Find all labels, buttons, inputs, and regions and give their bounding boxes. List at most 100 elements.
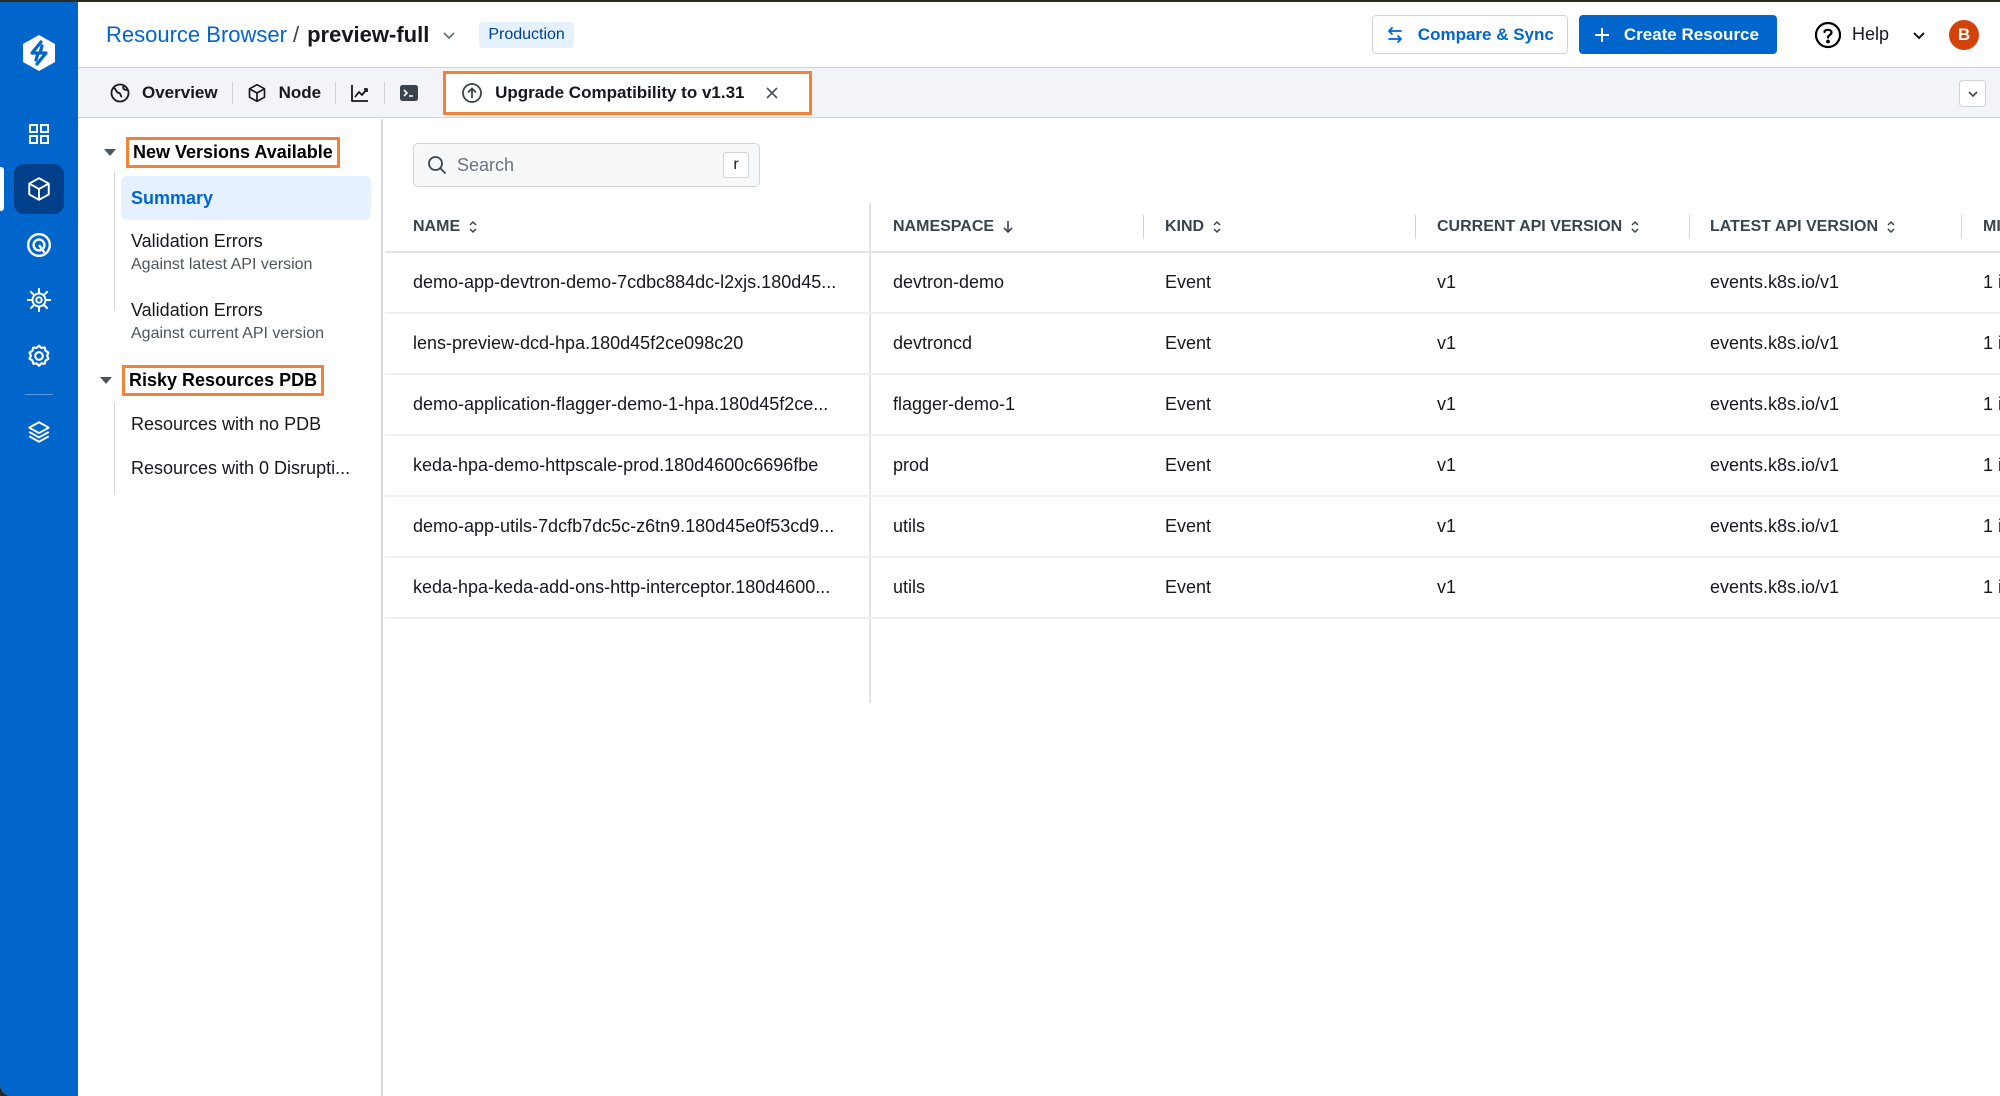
main-content: r NAME NAMESPACE KIND [385,119,2000,1096]
cell-name[interactable]: keda-hpa-demo-httpscale-prod.180d4600c66… [413,436,858,495]
cell-latest-api-version: events.k8s.io/v1 [1710,375,1940,434]
cell-more: 1 i [1983,436,2000,495]
nav-item-resource-browser[interactable] [14,164,64,214]
table-row[interactable]: demo-app-utils-7dcfb7dc5c-z6tn9.180d45e0… [385,497,2000,558]
sidebar-item-validation-latest[interactable]: Validation Errors Against latest API ver… [121,231,371,274]
cell-text: v1 [1437,516,1457,536]
cell-kind: Event [1165,497,1365,556]
column-resize-handle[interactable] [1961,215,1962,239]
create-resource-button[interactable]: Create Resource [1578,15,1777,54]
nav-item-security[interactable] [14,220,64,270]
sidebar-item-no-pdb[interactable]: Resources with no PDB [121,414,371,435]
breadcrumb: Resource Browser / preview-full Producti… [106,21,574,48]
cell-name[interactable]: demo-application-flagger-demo-1-hpa.180d… [413,375,858,434]
sidebar-item-zero-disruption[interactable]: Resources with 0 Disrupti... [121,458,371,479]
cell-text: events.k8s.io/v1 [1710,272,1840,292]
header-actions: Compare & Sync Create Resource Help B [1371,15,2000,54]
cell-more: 1 i [1983,314,2000,373]
nav-item-global-config[interactable] [14,331,64,381]
cell-text: events.k8s.io/v1 [1710,333,1840,353]
sidebar-item-subtitle: Against latest API version [131,256,313,273]
cell-name[interactable]: demo-app-devtron-demo-7cdbc884dc-l2xjs.1… [413,253,858,312]
column-header-namespace[interactable]: NAMESPACE [893,203,1014,251]
cluster-selector[interactable] [441,27,457,43]
tab-monitoring[interactable] [336,68,384,117]
breadcrumb-resource-browser[interactable]: Resource Browser [106,22,287,48]
column-header-name[interactable]: NAME [413,203,478,251]
cell-text: Event [1165,577,1212,597]
group-label: Risky Resources PDB [122,365,325,396]
cell-namespace: utils [893,558,1143,617]
search-icon [428,156,446,174]
nav-item-applications[interactable] [14,109,64,159]
cell-current-api-version: v1 [1437,558,1667,617]
compare-sync-button[interactable]: Compare & Sync [1371,15,1568,54]
sort-both-icon [468,219,478,235]
sidebar-item-title: Resources with no PDB [131,414,322,434]
table-row[interactable]: demo-application-flagger-demo-1-hpa.180d… [385,375,2000,436]
table-row[interactable]: lens-preview-dcd-hpa.180d45f2ce098c20 de… [385,314,2000,375]
tab-overview[interactable]: Overview [78,68,232,117]
column-resize-handle[interactable] [1415,215,1416,239]
cell-text: utils [893,577,926,597]
cell-current-api-version: v1 [1437,436,1667,495]
tab-bar: Overview Node Upgrade Compatibility to v… [78,68,2000,118]
table-row[interactable]: demo-app-devtron-demo-7cdbc884dc-l2xjs.1… [385,253,2000,314]
cell-more: 1 i [1983,558,2000,617]
tabs-overflow-button[interactable] [1959,80,1986,107]
cell-text: Event [1165,455,1212,475]
cell-latest-api-version: events.k8s.io/v1 [1710,253,1940,312]
cell-text: lens-preview-dcd-hpa.180d45f2ce098c20 [413,333,744,353]
cell-latest-api-version: events.k8s.io/v1 [1710,436,1940,495]
column-header-current-api[interactable]: CURRENT API VERSION [1437,203,1640,251]
column-header-more[interactable]: MI [1983,203,2000,251]
cell-text: devtron-demo [893,272,1005,292]
compare-sync-label: Compare & Sync [1417,24,1554,44]
nav-active-marker [0,167,4,211]
column-header-latest-api[interactable]: LATEST API VERSION [1710,203,1896,251]
cell-text: utils [893,516,926,536]
arrow-up-circle-icon [462,82,483,103]
sidebar-item-title: Validation Errors [131,300,263,320]
nav-item-stack-manager[interactable] [14,407,64,457]
cell-name[interactable]: lens-preview-dcd-hpa.180d45f2ce098c20 [413,314,858,373]
terminal-icon [400,84,419,101]
column-header-kind[interactable]: KIND [1165,203,1222,251]
search-input[interactable] [457,154,707,176]
tab-upgrade-compatibility[interactable]: Upgrade Compatibility to v1.31 [443,70,812,115]
group-risky-resources[interactable]: Risky Resources PDB [100,365,325,396]
upgrade-sidebar: New Versions Available Summary Validatio… [78,119,383,1096]
column-resize-handle[interactable] [1689,215,1690,239]
cell-name[interactable]: demo-app-utils-7dcfb7dc5c-z6tn9.180d45e0… [413,497,858,556]
cell-current-api-version: v1 [1437,253,1667,312]
tab-terminal[interactable] [385,68,433,117]
sidebar-item-summary[interactable]: Summary [121,176,371,220]
nav-item-chart-store[interactable] [14,275,64,325]
cell-text: flagger-demo-1 [893,394,1016,414]
tab-node[interactable]: Node [233,68,336,117]
close-icon[interactable] [765,86,779,100]
table-row[interactable]: keda-hpa-keda-add-ons-http-interceptor.1… [385,558,2000,619]
cell-name[interactable]: keda-hpa-keda-add-ons-http-interceptor.1… [413,558,858,617]
cell-text: prod [893,455,930,475]
table-row[interactable]: keda-hpa-demo-httpscale-prod.180d4600c66… [385,436,2000,497]
group-new-versions[interactable]: New Versions Available [104,137,340,168]
cell-text: 1 i [1983,272,2000,292]
column-resize-handle[interactable] [1143,215,1144,239]
resources-table: NAME NAMESPACE KIND CURRENT API VERSION [385,203,2000,703]
sidebar-item-validation-current[interactable]: Validation Errors Against current API ve… [121,300,371,343]
page-header: Resource Browser / preview-full Producti… [78,2,2000,68]
plus-icon [1594,27,1609,42]
cell-text: Event [1165,516,1212,536]
column-label: LATEST API VERSION [1710,218,1879,235]
sort-desc-icon [1002,219,1014,235]
search-box[interactable]: r [413,143,760,187]
cell-text: devtroncd [893,333,973,353]
left-nav [0,2,78,1096]
cell-text: events.k8s.io/v1 [1710,516,1840,536]
user-avatar[interactable]: B [1949,19,1979,50]
help-menu[interactable]: Help [1814,21,1927,49]
cell-text: demo-application-flagger-demo-1-hpa.180d… [413,394,829,414]
devtron-logo-icon[interactable] [19,33,59,73]
cell-text: Event [1165,272,1212,292]
